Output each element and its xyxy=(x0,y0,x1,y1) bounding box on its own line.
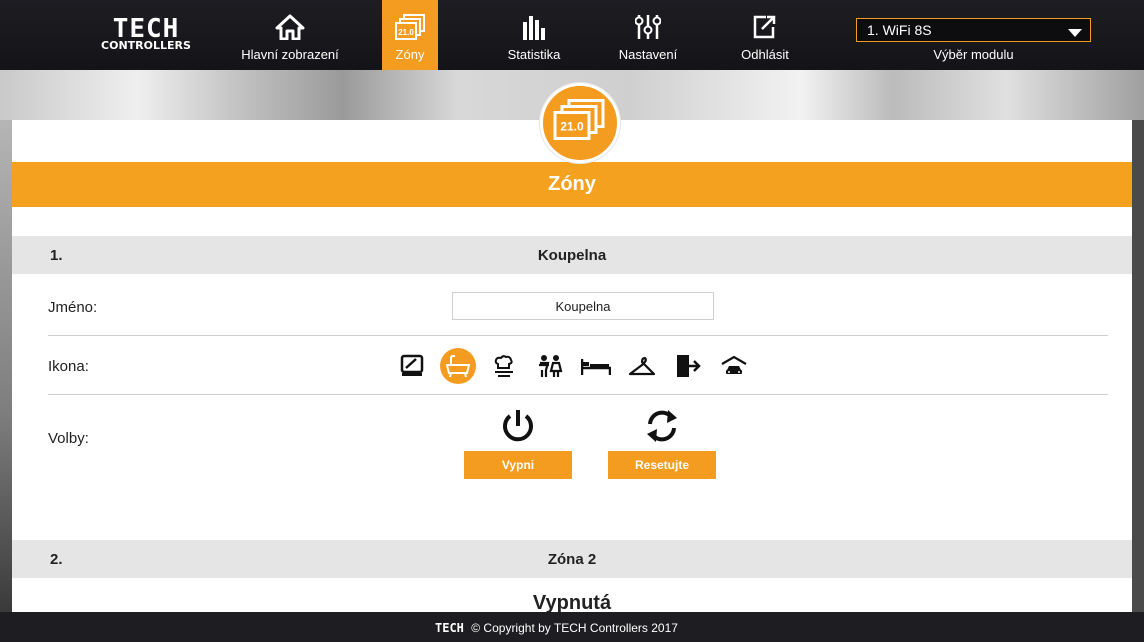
zone-header-1: 1. Koupelna xyxy=(12,236,1132,274)
hanger-icon[interactable] xyxy=(624,348,660,384)
nav-item-home[interactable]: Hlavní zobrazení xyxy=(228,0,352,70)
module-select-value: 1. WiFi 8S xyxy=(867,22,932,38)
footer-content: TECH © Copyright by TECH Controllers 201… xyxy=(435,621,678,635)
zone-name: Zóna 2 xyxy=(547,551,597,568)
options-label: Volby: xyxy=(48,430,89,447)
zones-badge-value: 21.0 xyxy=(560,120,584,134)
zones-panel: Zóny 1. Koupelna Jméno: Ikona: Volby: Vy… xyxy=(12,120,1132,612)
reset-button[interactable]: Resetujte xyxy=(608,451,716,479)
power-icon[interactable] xyxy=(498,406,538,446)
nav-item-statistics[interactable]: Statistika xyxy=(492,0,576,70)
zones-icon: 21.0 xyxy=(553,99,607,148)
divider xyxy=(48,335,1108,336)
icon-label: Ikona: xyxy=(48,358,89,375)
logo-subtitle: CONTROLLERS xyxy=(101,39,191,52)
settings-sliders-icon xyxy=(634,14,662,45)
logout-icon xyxy=(752,14,778,45)
bed-icon[interactable] xyxy=(578,348,614,384)
tech-controllers-logo[interactable]: TECH CONTROLLERS xyxy=(92,14,200,58)
nav-item-settings[interactable]: Nastavení xyxy=(606,0,690,70)
top-navigation-bar: TECH CONTROLLERS Hlavní zobrazení 21.0 Z… xyxy=(0,0,1144,70)
name-label: Jméno: xyxy=(48,299,98,316)
chevron-down-icon xyxy=(1068,25,1082,41)
exit-door-icon[interactable] xyxy=(670,348,706,384)
divider xyxy=(48,394,1108,395)
background-side-strip xyxy=(0,120,12,612)
nav-label-logout: Odhlásit xyxy=(741,47,789,62)
nav-item-logout[interactable]: Odhlásit xyxy=(728,0,802,70)
nav-label-home: Hlavní zobrazení xyxy=(241,47,339,62)
home-icon xyxy=(275,14,305,45)
module-select-label: Výběr modulu xyxy=(933,47,1014,62)
statistics-icon xyxy=(522,14,546,45)
module-select[interactable]: 1. WiFi 8S xyxy=(856,18,1091,42)
footer: TECH © Copyright by TECH Controllers 201… xyxy=(0,612,1144,642)
nav-item-zones[interactable]: 21.0 Zóny xyxy=(382,0,438,70)
garage-icon[interactable] xyxy=(716,348,752,384)
tv-icon[interactable] xyxy=(394,348,430,384)
bathtub-icon[interactable] xyxy=(440,348,476,384)
nav-label-zones: Zóny xyxy=(395,47,425,62)
zone-header-2: 2. Zóna 2 xyxy=(12,540,1132,578)
zones-badge: 21.0 xyxy=(540,83,620,163)
zone-name-input[interactable] xyxy=(452,292,714,320)
footer-logo: TECH xyxy=(435,621,464,635)
copyright-text: © Copyright by TECH Controllers 2017 xyxy=(471,621,678,635)
logo-mark: TECH xyxy=(112,14,180,44)
refresh-icon[interactable] xyxy=(642,406,682,446)
nav-label-statistics: Statistika xyxy=(507,47,561,62)
zone-state: Vypnutá xyxy=(532,592,612,612)
zones-icon-value: 21.0 xyxy=(398,28,414,37)
page-title: Zóny xyxy=(12,162,1132,207)
nav-label-settings: Nastavení xyxy=(618,47,678,62)
zone-name: Koupelna xyxy=(537,247,607,264)
off-button[interactable]: Vypni xyxy=(464,451,572,479)
children-icon[interactable] xyxy=(532,348,568,384)
kitchen-icon[interactable] xyxy=(486,348,522,384)
zones-icon: 21.0 xyxy=(394,14,426,47)
